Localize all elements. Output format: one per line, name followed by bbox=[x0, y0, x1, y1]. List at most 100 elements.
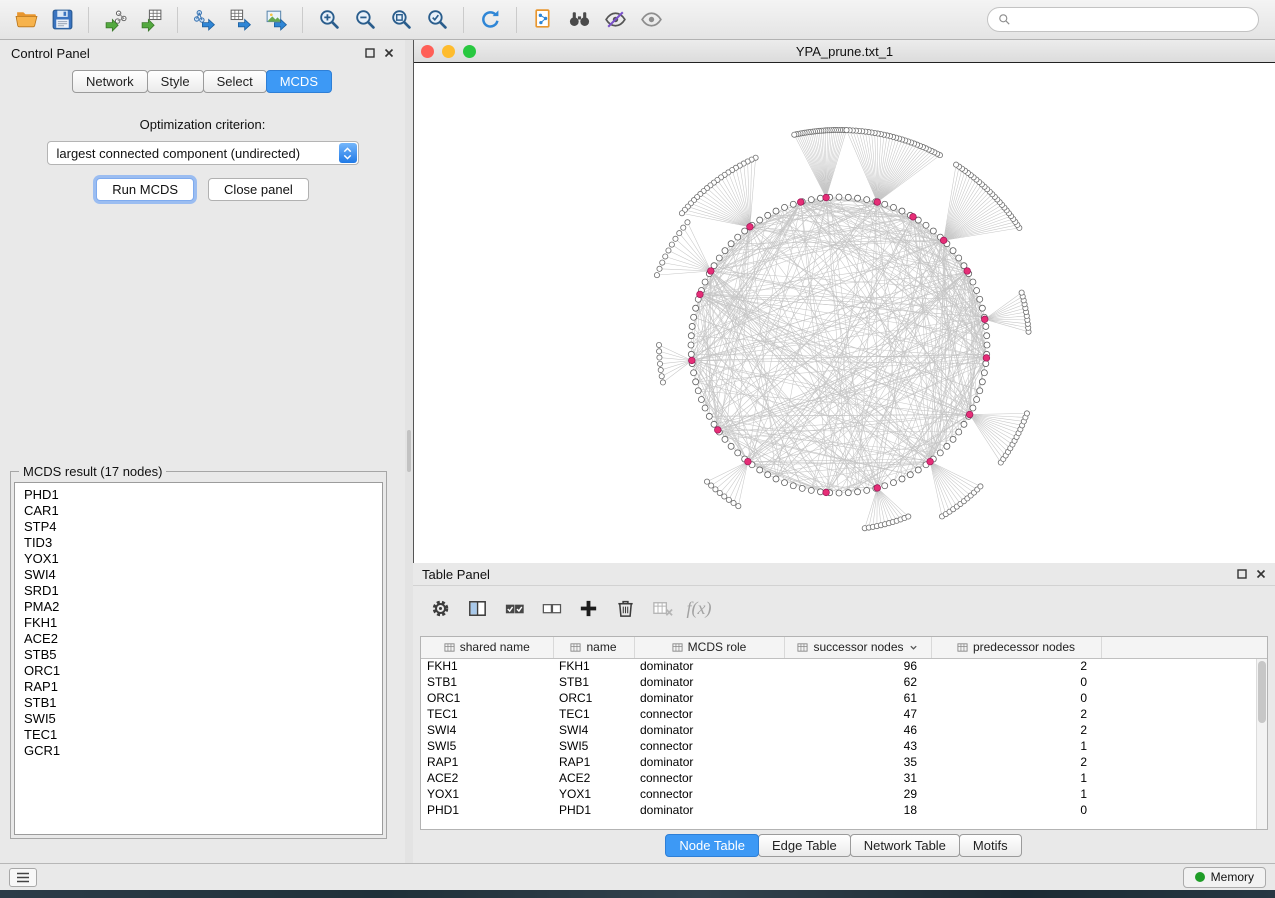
open-folder-button[interactable] bbox=[8, 4, 44, 36]
tab-edge-table[interactable]: Edge Table bbox=[758, 834, 851, 857]
mcds-result-node[interactable]: RAP1 bbox=[24, 679, 373, 695]
column-header-successor-nodes[interactable]: successor nodes bbox=[784, 637, 931, 658]
window-minimize-icon[interactable] bbox=[442, 45, 455, 58]
table-toolbar: f(x) bbox=[413, 585, 1275, 631]
mcds-result-node[interactable]: STP4 bbox=[24, 519, 373, 535]
network-canvas[interactable] bbox=[414, 63, 1275, 562]
toolbar-separator bbox=[302, 7, 303, 33]
mcds-result-node[interactable]: SWI5 bbox=[24, 711, 373, 727]
search-box[interactable] bbox=[987, 7, 1259, 32]
memory-button[interactable]: Memory bbox=[1183, 867, 1266, 888]
cell: 35 bbox=[784, 754, 931, 770]
column-header-predecessor-nodes[interactable]: predecessor nodes bbox=[931, 637, 1101, 658]
fx-icon: f(x) bbox=[687, 598, 712, 619]
control-panel-title: Control Panel bbox=[11, 46, 90, 61]
cell: ACE2 bbox=[553, 770, 634, 786]
cell: SWI5 bbox=[421, 738, 553, 754]
create-column-button[interactable] bbox=[571, 592, 605, 626]
first-neighbors-icon bbox=[567, 7, 592, 32]
run-mcds-button[interactable]: Run MCDS bbox=[96, 178, 194, 201]
table-row-yox1[interactable]: YOX1YOX1connector291 bbox=[421, 786, 1267, 802]
network-window-titlebar[interactable]: YPA_prune.txt_1 bbox=[414, 40, 1275, 63]
column-header-name[interactable]: name bbox=[553, 637, 634, 658]
tab-mcds[interactable]: MCDS bbox=[266, 70, 332, 93]
tab-node-table[interactable]: Node Table bbox=[665, 834, 759, 857]
mcds-result-node[interactable]: STB5 bbox=[24, 647, 373, 663]
export-table-button[interactable] bbox=[222, 4, 258, 36]
node-table: shared namenameMCDS rolesuccessor nodesp… bbox=[421, 637, 1267, 818]
table-row-fkh1[interactable]: FKH1FKH1dominator962 bbox=[421, 658, 1267, 674]
table-row-tec1[interactable]: TEC1TEC1connector472 bbox=[421, 706, 1267, 722]
zoom-out-button[interactable] bbox=[347, 4, 383, 36]
import-table-button[interactable] bbox=[133, 4, 169, 36]
tab-network[interactable]: Network bbox=[72, 70, 148, 93]
tab-motifs[interactable]: Motifs bbox=[959, 834, 1022, 857]
mcds-result-node[interactable]: ACE2 bbox=[24, 631, 373, 647]
show-all-button[interactable] bbox=[633, 4, 669, 36]
export-network-button[interactable] bbox=[186, 4, 222, 36]
column-header-mcds-role[interactable]: MCDS role bbox=[634, 637, 784, 658]
import-network-button[interactable] bbox=[97, 4, 133, 36]
zoom-in-button[interactable] bbox=[311, 4, 347, 36]
delete-column-button[interactable] bbox=[608, 592, 642, 626]
tab-network-table[interactable]: Network Table bbox=[850, 834, 960, 857]
refresh-view-icon bbox=[478, 7, 503, 32]
close-panel-icon[interactable] bbox=[384, 48, 394, 58]
toolbar-separator bbox=[516, 7, 517, 33]
mcds-result-list[interactable]: PHD1CAR1STP4TID3YOX1SWI4SRD1PMA2FKH1ACE2… bbox=[14, 482, 383, 835]
add-column-icon bbox=[577, 597, 600, 620]
zoom-selected-button[interactable] bbox=[419, 4, 455, 36]
table-scrollbar[interactable] bbox=[1256, 659, 1267, 829]
table-row-stb1[interactable]: STB1STB1dominator620 bbox=[421, 674, 1267, 690]
search-input[interactable] bbox=[1017, 12, 1248, 27]
window-close-icon[interactable] bbox=[421, 45, 434, 58]
tab-select[interactable]: Select bbox=[203, 70, 267, 93]
window-zoom-icon[interactable] bbox=[463, 45, 476, 58]
show-panels-button[interactable] bbox=[9, 868, 37, 887]
close-panel-button[interactable]: Close panel bbox=[208, 178, 309, 201]
table-row-swi4[interactable]: SWI4SWI4dominator462 bbox=[421, 722, 1267, 738]
export-table-icon bbox=[228, 7, 253, 32]
mcds-result-node[interactable]: PMA2 bbox=[24, 599, 373, 615]
mcds-result-node[interactable]: CAR1 bbox=[24, 503, 373, 519]
refresh-view-button[interactable] bbox=[472, 4, 508, 36]
float-table-panel-icon[interactable] bbox=[1237, 569, 1247, 579]
mcds-result-node[interactable]: ORC1 bbox=[24, 663, 373, 679]
scrollbar-thumb[interactable] bbox=[1258, 661, 1266, 723]
table-row-ace2[interactable]: ACE2ACE2connector311 bbox=[421, 770, 1267, 786]
mcds-result-node[interactable]: TID3 bbox=[24, 535, 373, 551]
mcds-result-node[interactable]: SWI4 bbox=[24, 567, 373, 583]
table-row-phd1[interactable]: PHD1PHD1dominator180 bbox=[421, 802, 1267, 818]
show-columns-button[interactable] bbox=[460, 592, 494, 626]
tab-style[interactable]: Style bbox=[147, 70, 204, 93]
memory-status-icon bbox=[1195, 872, 1205, 882]
export-image-button[interactable] bbox=[258, 4, 294, 36]
mcds-result-node[interactable]: STB1 bbox=[24, 695, 373, 711]
panel-splitter[interactable] bbox=[405, 40, 413, 863]
first-neighbors-button[interactable] bbox=[561, 4, 597, 36]
mcds-result-node[interactable]: SRD1 bbox=[24, 583, 373, 599]
mcds-result-node[interactable]: TEC1 bbox=[24, 727, 373, 743]
table-row-swi5[interactable]: SWI5SWI5connector431 bbox=[421, 738, 1267, 754]
mcds-result-node[interactable]: GCR1 bbox=[24, 743, 373, 759]
optimization-criterion-select[interactable]: largest connected component (undirected) bbox=[47, 141, 359, 165]
mcds-result-node[interactable]: PHD1 bbox=[24, 487, 373, 503]
hide-selected-button[interactable] bbox=[597, 4, 633, 36]
table-row-rap1[interactable]: RAP1RAP1dominator352 bbox=[421, 754, 1267, 770]
cell: ACE2 bbox=[421, 770, 553, 786]
column-header-shared-name[interactable]: shared name bbox=[421, 637, 553, 658]
zoom-fit-button[interactable] bbox=[383, 4, 419, 36]
table-row-orc1[interactable]: ORC1ORC1dominator610 bbox=[421, 690, 1267, 706]
close-table-panel-icon[interactable] bbox=[1256, 569, 1266, 579]
splitter-handle-icon[interactable] bbox=[407, 430, 411, 472]
deselect-all-button[interactable] bbox=[534, 592, 568, 626]
mcds-result-node[interactable]: YOX1 bbox=[24, 551, 373, 567]
save-session-button[interactable] bbox=[44, 4, 80, 36]
float-panel-icon[interactable] bbox=[365, 48, 375, 58]
network-from-selection-button[interactable] bbox=[525, 4, 561, 36]
mcds-result-node[interactable]: FKH1 bbox=[24, 615, 373, 631]
cell: 31 bbox=[784, 770, 931, 786]
zoom-fit-icon bbox=[389, 7, 414, 32]
select-all-button[interactable] bbox=[497, 592, 531, 626]
table-mode-button[interactable] bbox=[423, 592, 457, 626]
